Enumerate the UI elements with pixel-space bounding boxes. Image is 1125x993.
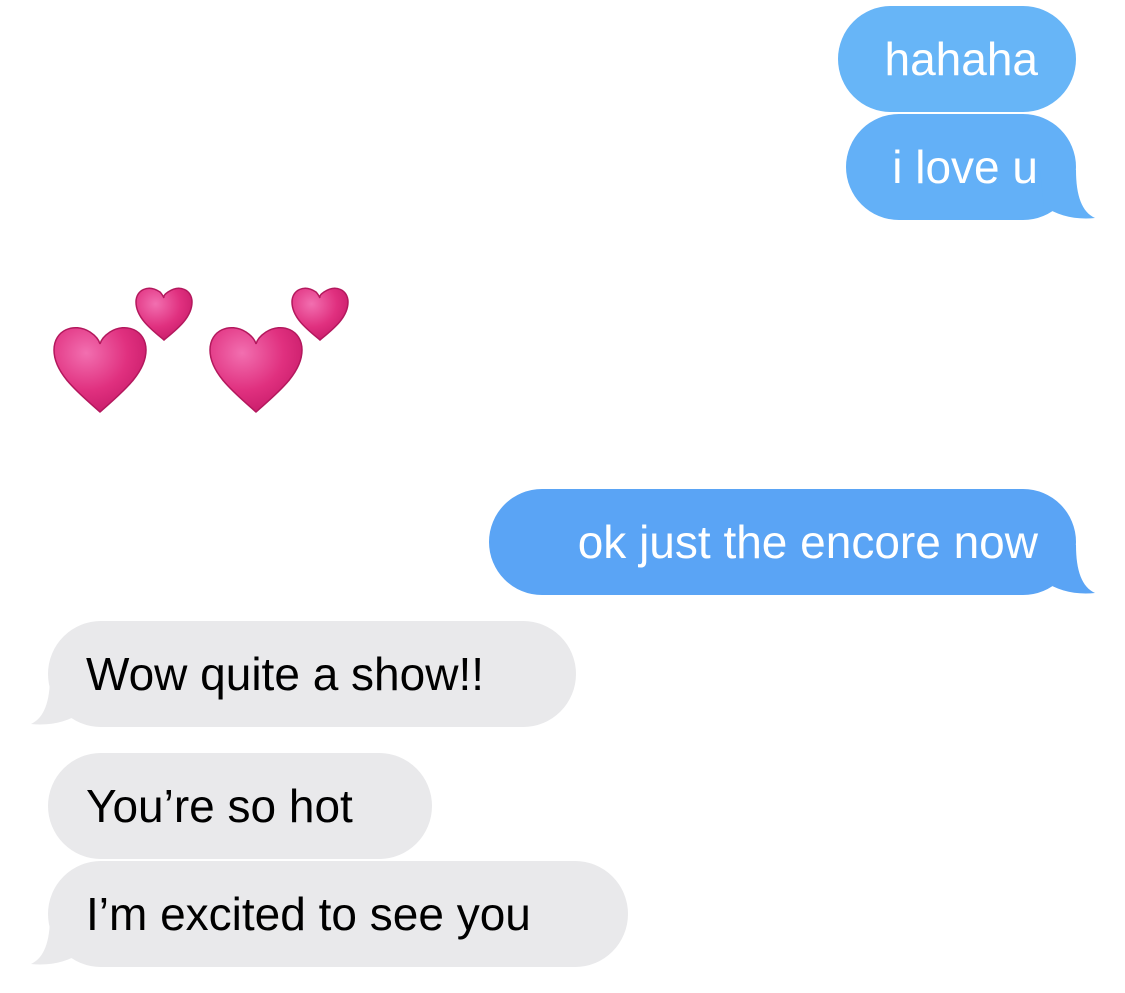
- received-message-bubble[interactable]: You’re so hot: [48, 753, 432, 859]
- sent-message-bubble[interactable]: hahaha: [838, 6, 1076, 112]
- message-text: hahaha: [884, 33, 1039, 85]
- message-text: ok just the encore now: [577, 516, 1038, 568]
- two-hearts-icon: [209, 287, 349, 414]
- message-text: Wow quite a show!!: [86, 648, 485, 700]
- message-text: I’m excited to see you: [86, 888, 531, 940]
- received-message-bubble[interactable]: I’m excited to see you: [48, 861, 628, 967]
- sent-message-bubble[interactable]: ok just the encore now: [489, 489, 1076, 595]
- received-message-bubble[interactable]: Wow quite a show!!: [48, 621, 576, 727]
- received-bubble-tail: [31, 916, 86, 965]
- sent-bubble-tail: [1040, 545, 1095, 594]
- two-hearts-icon: [53, 287, 193, 414]
- sent-bubble-tail: [1040, 170, 1095, 219]
- received-bubble-tail: [31, 676, 86, 725]
- emoji-message[interactable]: [40, 280, 370, 440]
- message-text: i love u: [892, 141, 1038, 193]
- message-text: You’re so hot: [86, 780, 353, 832]
